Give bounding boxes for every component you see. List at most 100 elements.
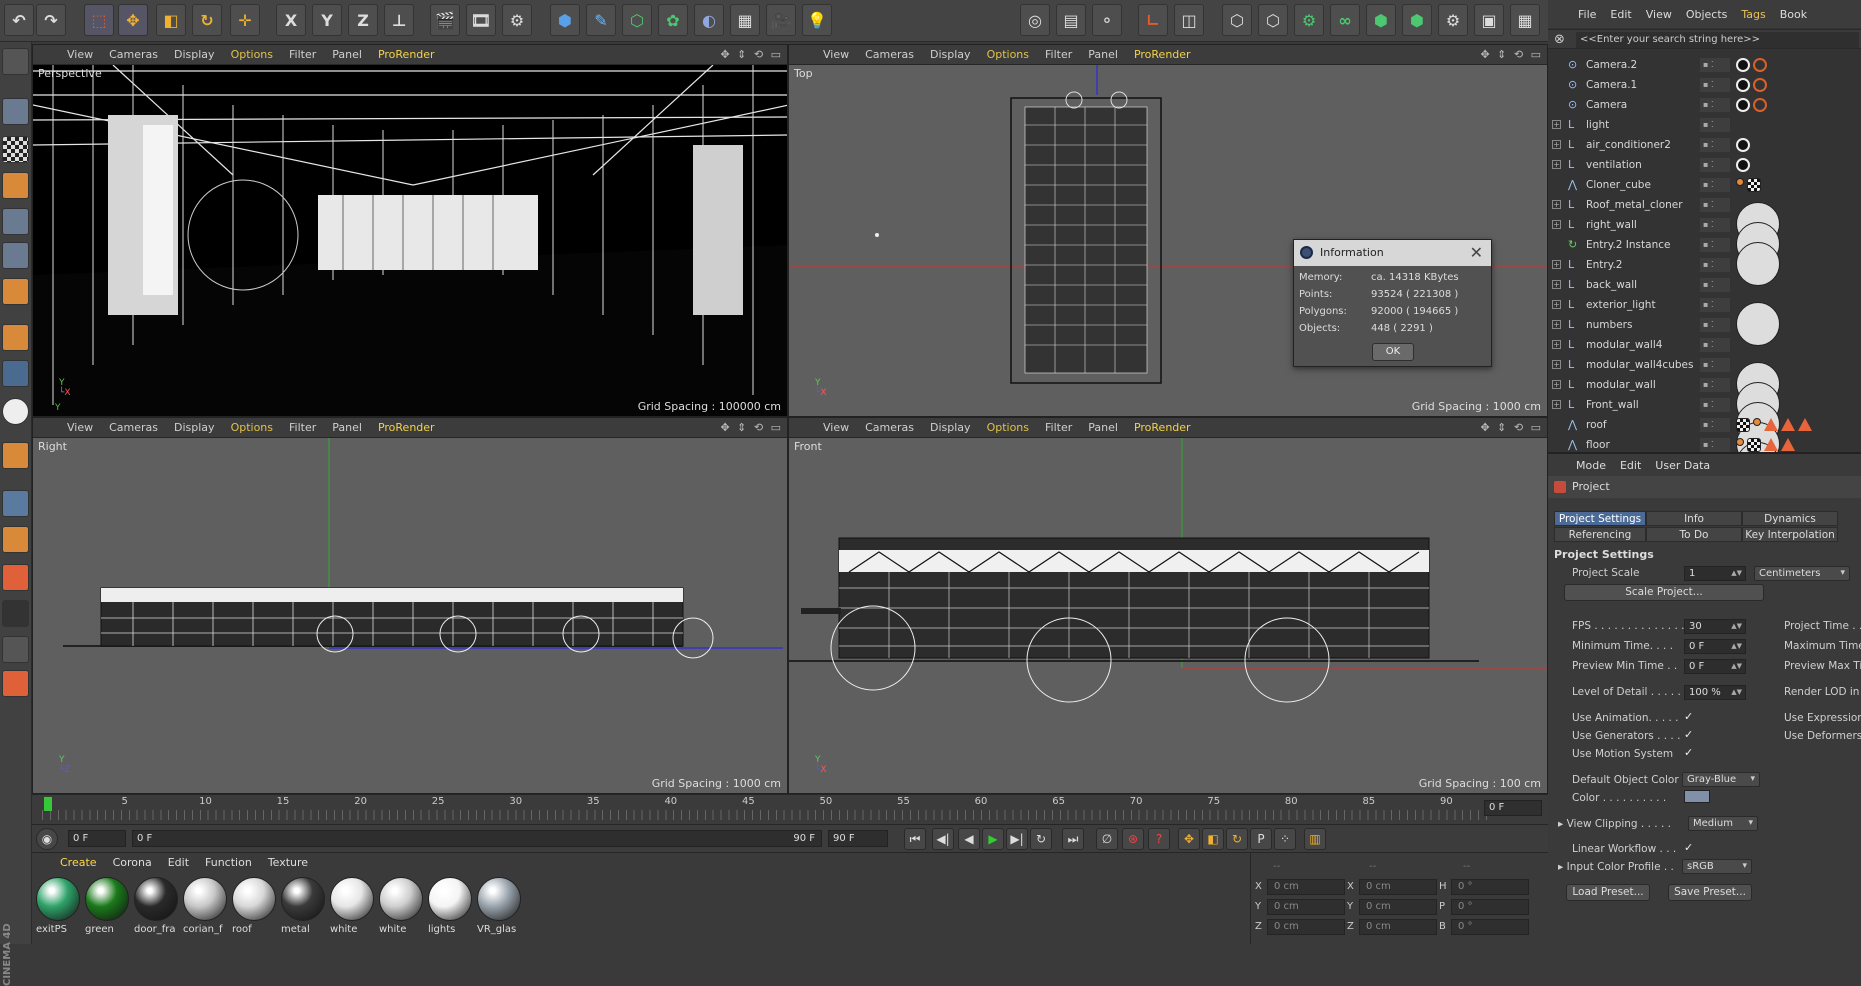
- object-name[interactable]: modular_wall4cubes: [1586, 359, 1693, 371]
- object-name[interactable]: Cloner_cube: [1586, 179, 1651, 191]
- menu-panel[interactable]: Panel: [332, 421, 362, 434]
- timeline-window-icon[interactable]: ▥: [1304, 828, 1326, 850]
- timeline-ruler[interactable]: 051015202530354045505560657075808590 0 F: [32, 794, 1548, 824]
- param-key-icon[interactable]: P: [1250, 828, 1272, 850]
- object-mode-icon[interactable]: ⬢: [1366, 4, 1396, 36]
- tab-key-interpolation[interactable]: Key Interpolation: [1742, 527, 1838, 542]
- menu-view[interactable]: View: [823, 421, 849, 434]
- use-motion-system-checkbox[interactable]: ✓: [1684, 746, 1693, 759]
- level-of-detail-field[interactable]: 100 % ▲▼: [1684, 685, 1746, 700]
- floor-icon[interactable]: ▦: [730, 4, 760, 36]
- material-name[interactable]: metal: [281, 924, 327, 935]
- visibility-flags-icon[interactable]: ▪ ⁚: [1700, 157, 1730, 172]
- preview-range-slider[interactable]: 0 F 90 F: [132, 830, 822, 847]
- grid-icon[interactable]: [2, 636, 29, 663]
- points-mode-icon[interactable]: ⬡: [1222, 4, 1252, 36]
- visibility-flags-icon[interactable]: ▪ ⁚: [1700, 377, 1730, 392]
- next-frame-icon[interactable]: ▶|: [1006, 828, 1028, 850]
- object-row[interactable]: ⊙ Camera.2 ▪ ⁚: [1548, 55, 1861, 74]
- edges-icon[interactable]: [2, 242, 29, 269]
- snap-icon[interactable]: ◎: [1020, 4, 1050, 36]
- visibility-flags-icon[interactable]: ▪ ⁚: [1700, 137, 1730, 152]
- use-generators-checkbox[interactable]: ✓: [1684, 728, 1693, 741]
- cube-icon[interactable]: ⬢: [550, 4, 580, 36]
- material-name[interactable]: corian_f: [183, 924, 229, 935]
- dot-tag-icon[interactable]: [1753, 417, 1761, 426]
- material-swatch[interactable]: [85, 877, 129, 921]
- visibility-flags-icon[interactable]: ▪ ⁚: [1700, 57, 1730, 72]
- autokey-icon[interactable]: ?: [1148, 828, 1170, 850]
- enable-axis-icon[interactable]: ∟: [1138, 4, 1168, 36]
- prev-frame-icon[interactable]: ◀: [958, 828, 980, 850]
- folder-icon[interactable]: [2, 564, 29, 591]
- object-row[interactable]: ⊙ Camera.1 ▪ ⁚: [1548, 75, 1861, 94]
- tri-tag-icon[interactable]: [1781, 417, 1795, 431]
- rotate-key-icon[interactable]: ↻: [1226, 828, 1248, 850]
- material-name[interactable]: exitPS: [36, 924, 82, 935]
- menu-options[interactable]: Options: [231, 48, 273, 61]
- visibility-flags-icon[interactable]: ▪ ⁚: [1700, 397, 1730, 412]
- ok-button[interactable]: OK: [1372, 343, 1414, 361]
- visibility-flags-icon[interactable]: ▪ ⁚: [1700, 317, 1730, 332]
- cam-tag-icon[interactable]: [1736, 57, 1750, 72]
- menu-view[interactable]: View: [1646, 8, 1672, 21]
- render-picture-viewer-icon[interactable]: 🎞: [466, 4, 496, 36]
- dot-tag-icon[interactable]: [1736, 177, 1744, 186]
- visibility-flags-icon[interactable]: ▪ ⁚: [1700, 357, 1730, 372]
- texture-icon[interactable]: [2, 136, 29, 163]
- render-settings-icon[interactable]: ⚙: [502, 4, 532, 36]
- search-input[interactable]: <<Enter your search string here>>: [1576, 32, 1859, 48]
- menu-cameras[interactable]: Cameras: [865, 421, 914, 434]
- material-swatch[interactable]: [428, 877, 472, 921]
- model-mode-icon[interactable]: ⬢: [1402, 4, 1432, 36]
- expand-icon[interactable]: +: [1552, 360, 1561, 369]
- object-row[interactable]: + Lmodular_wall ▪ ⁚: [1548, 375, 1861, 446]
- material-name[interactable]: lights: [428, 924, 474, 935]
- object-name[interactable]: modular_wall: [1586, 379, 1656, 391]
- object-row[interactable]: + Lmodular_wall4cubes ▪ ⁚: [1548, 355, 1861, 426]
- object-row[interactable]: + Lventilation ▪ ⁚: [1548, 155, 1861, 174]
- color-swatch[interactable]: [1684, 790, 1710, 803]
- material-swatch[interactable]: [232, 877, 276, 921]
- expand-icon[interactable]: +: [1552, 220, 1561, 229]
- object-name[interactable]: Camera.1: [1586, 79, 1637, 91]
- expand-icon[interactable]: +: [1552, 120, 1561, 129]
- object-row[interactable]: + Lair_conditioner2 ▪ ⁚: [1548, 135, 1861, 154]
- pla-key-icon[interactable]: ⁘: [1274, 828, 1296, 850]
- expand-icon[interactable]: +: [1552, 380, 1561, 389]
- menu-cameras[interactable]: Cameras: [109, 421, 158, 434]
- object-name[interactable]: Camera.2: [1586, 59, 1637, 71]
- playhead[interactable]: [44, 797, 52, 811]
- object-row[interactable]: ⋀ Cloner_cube ▪ ⁚: [1548, 175, 1861, 246]
- pen-icon[interactable]: ✎: [586, 4, 616, 36]
- enable-axis-icon[interactable]: [2, 324, 29, 351]
- tweak-icon[interactable]: [2, 360, 29, 387]
- menu-view[interactable]: View: [67, 48, 93, 61]
- expand-icon[interactable]: +: [1552, 280, 1561, 289]
- transform-icon[interactable]: ✛: [230, 4, 260, 36]
- menu-options[interactable]: Options: [987, 48, 1029, 61]
- visibility-flags-icon[interactable]: ▪ ⁚: [1700, 417, 1730, 432]
- rotate-icon[interactable]: ↻: [192, 4, 222, 36]
- menu-filter[interactable]: Filter: [1045, 421, 1072, 434]
- object-name[interactable]: exterior_light: [1586, 299, 1656, 311]
- menu-objects[interactable]: Objects: [1686, 8, 1728, 21]
- coord-field[interactable]: 0 cm: [1267, 899, 1345, 915]
- axis-tool-icon[interactable]: ⚬: [1092, 4, 1122, 36]
- snapping-icon[interactable]: [2, 398, 29, 425]
- material-name[interactable]: green: [85, 924, 131, 935]
- record-icon[interactable]: ⊛: [1122, 828, 1144, 850]
- live-selection-icon[interactable]: ⬚: [84, 4, 114, 36]
- material-name[interactable]: white: [330, 924, 376, 935]
- tab-to-do[interactable]: To Do: [1646, 527, 1742, 542]
- play-icon[interactable]: ▶: [982, 828, 1004, 850]
- visibility-flags-icon[interactable]: ▪ ⁚: [1700, 217, 1730, 232]
- menu-edit[interactable]: Edit: [1620, 459, 1641, 472]
- sculpt-icon[interactable]: [2, 490, 29, 517]
- cam-tag-icon[interactable]: [1736, 97, 1750, 112]
- visibility-flags-icon[interactable]: ▪ ⁚: [1700, 177, 1730, 192]
- layout-switch-icon[interactable]: ▦: [1510, 4, 1540, 36]
- coord-field[interactable]: 0 cm: [1267, 879, 1345, 895]
- scale-project-button[interactable]: Scale Project...: [1564, 584, 1764, 601]
- x-axis-lock-button[interactable]: X: [276, 4, 306, 36]
